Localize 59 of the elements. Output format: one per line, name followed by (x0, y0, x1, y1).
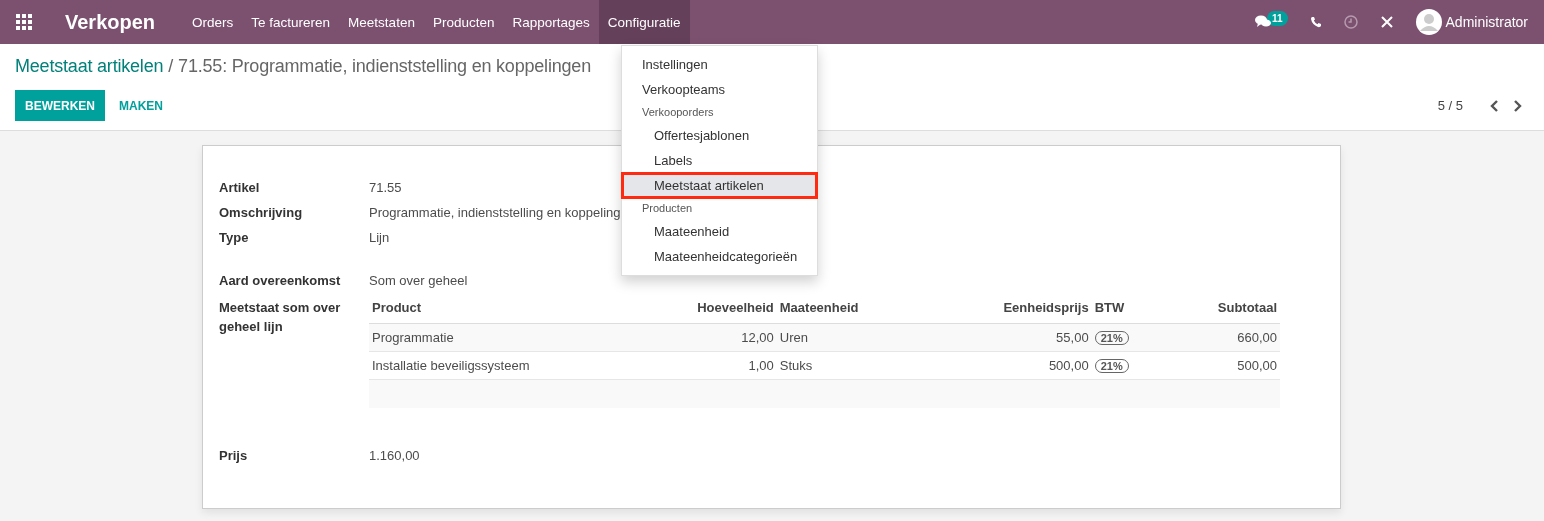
breadcrumb-link[interactable]: Meetstaat artikelen (15, 56, 164, 77)
column-header: Product (369, 298, 629, 324)
field-label: Prijs (219, 448, 249, 463)
pager-counter: 5 / 5 (1437, 98, 1463, 113)
dropdown-item[interactable]: Offertesjablonen (622, 123, 817, 148)
field-value: Programmatie, indienststelling en koppeling (369, 205, 621, 220)
column-header: Eenheidsprijs (928, 298, 1092, 324)
table-cell: 1,00 (629, 351, 777, 380)
column-header: BTW (1091, 298, 1164, 324)
section-heading: Producten (641, 201, 694, 216)
breadcrumb-separator: / (168, 56, 174, 77)
phone-icon[interactable] (1309, 16, 1322, 28)
nav-menu-item[interactable]: Orders (183, 0, 243, 44)
field-label: Meetstaat som over geheel lijn (219, 299, 342, 336)
dropdown-item[interactable]: Maateenheidcategorieën (622, 244, 817, 269)
clock-icon[interactable] (1343, 15, 1358, 29)
edit-button[interactable]: BEWERKEN (15, 90, 105, 121)
message-count-badge: 11 (1266, 10, 1288, 26)
column-header: Maateenheid (776, 298, 929, 324)
dropdown-item[interactable]: Meetstaat artikelen (622, 173, 817, 198)
nav-menu-item[interactable]: Rapportages (503, 0, 599, 44)
dropdown-item[interactable]: Instellingen (622, 52, 817, 77)
field-label: Type (219, 230, 250, 245)
table-cell: Stuks (776, 351, 929, 380)
column-header: Hoeveelheid (629, 298, 777, 324)
apps-menu-icon[interactable] (15, 13, 33, 31)
nav-menu-item[interactable]: Meetstaten (339, 0, 424, 44)
section-heading: Verkooporders (641, 105, 715, 120)
user-menu[interactable]: Administrator (1415, 9, 1528, 35)
nav-menu-item[interactable]: Configuratie (598, 0, 690, 44)
field-value: Som over geheel (369, 273, 468, 288)
chat-icon (1254, 15, 1271, 29)
table-cell: Uren (776, 323, 929, 352)
table-cell: 12,00 (629, 323, 777, 352)
table-cell: Programmatie (369, 323, 629, 352)
table-cell: 660,00 (1163, 323, 1280, 352)
dropdown-item[interactable]: Maateenheid (622, 219, 817, 244)
table-cell: Installatie beveiligssysteem (369, 351, 629, 380)
table-cell: 500,00 (928, 351, 1092, 380)
app-title: Verkopen (65, 10, 156, 34)
nav-menu-item[interactable]: Producten (423, 0, 504, 44)
field-label: Omschrijving (219, 205, 304, 220)
chevron-right-icon (1513, 99, 1522, 112)
dropdown-item[interactable]: Verkoopteams (622, 77, 817, 102)
field-label: Aard overeenkomst (219, 273, 342, 288)
table-cell: 500,00 (1163, 351, 1280, 380)
nav-menu-item[interactable]: Te factureren (242, 0, 340, 44)
chevron-left-icon (1490, 99, 1499, 112)
field-value: 1.160,00 (369, 448, 420, 463)
breadcrumb-current: 71.55: Programmatie, indienststelling en koppelingen (178, 56, 591, 77)
table-cell: 55,00 (928, 323, 1092, 352)
field-value: 71.55 (369, 180, 402, 195)
chat-button[interactable] (1254, 15, 1271, 29)
avatar-icon (1415, 9, 1442, 35)
field-value: Lijn (369, 230, 390, 245)
create-button[interactable]: MAKEN (105, 90, 177, 121)
dropdown-item[interactable]: Labels (622, 148, 817, 173)
field-label: Artikel (219, 180, 261, 195)
column-header: Subtotaal (1163, 298, 1280, 324)
